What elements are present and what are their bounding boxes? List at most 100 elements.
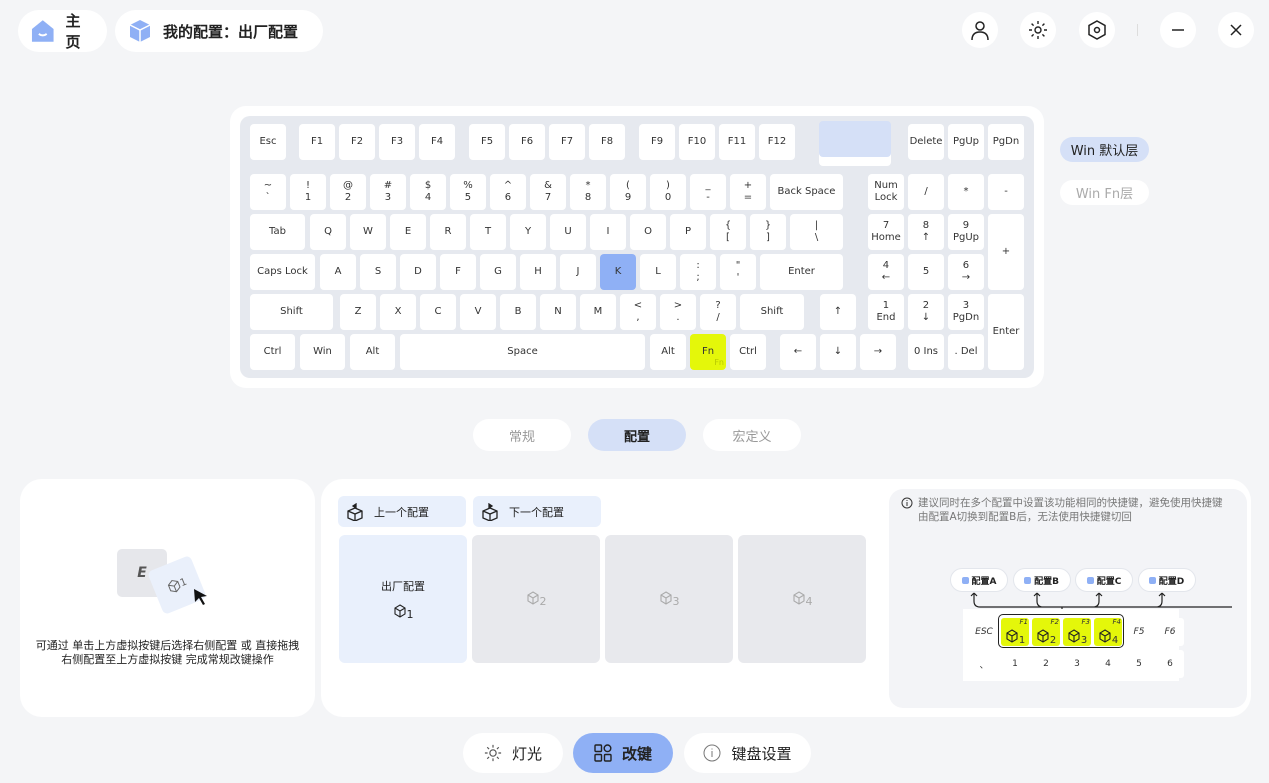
key-b[interactable]: B xyxy=(500,294,536,330)
key-f5[interactable]: F5 xyxy=(469,124,505,160)
key-f[interactable]: F xyxy=(440,254,476,290)
key-9[interactable]: ( 9 xyxy=(610,174,646,210)
key-→[interactable]: 6 → xyxy=(948,254,984,290)
key-caps-lock[interactable]: Caps Lock xyxy=(250,254,315,290)
key-↓[interactable]: ↓ xyxy=(820,334,856,370)
key-+[interactable]: + xyxy=(988,214,1024,290)
key-5[interactable]: % 5 xyxy=(450,174,486,210)
key-t[interactable]: T xyxy=(470,214,506,250)
config-slot-1[interactable]: 出厂配置 1 xyxy=(339,535,467,663)
key-c[interactable]: C xyxy=(420,294,456,330)
key-shift[interactable]: Shift xyxy=(740,294,804,330)
key-n[interactable]: N xyxy=(540,294,576,330)
minimize-button[interactable] xyxy=(1160,12,1196,48)
key-↑[interactable]: 8 ↑ xyxy=(908,214,944,250)
key-end[interactable]: 1 End xyxy=(868,294,904,330)
key-delete[interactable]: Delete xyxy=(908,124,944,160)
key-f11[interactable]: F11 xyxy=(719,124,755,160)
key-4[interactable]: $ 4 xyxy=(410,174,446,210)
layer-win-fn[interactable]: Win Fn层 xyxy=(1060,180,1149,205)
key-pgdn[interactable]: 3 PgDn xyxy=(948,294,984,330)
key-f6[interactable]: F6 xyxy=(509,124,545,160)
tab-config[interactable]: 配置 xyxy=(588,419,686,451)
nav-remap[interactable]: 改键 xyxy=(573,733,673,773)
key-shift[interactable]: Shift xyxy=(250,294,333,330)
nav-lighting[interactable]: 灯光 xyxy=(463,733,563,773)
config-slot-2[interactable]: 2 xyxy=(472,535,600,663)
key-f4[interactable]: F4 xyxy=(419,124,455,160)
key-q[interactable]: Q xyxy=(310,214,346,250)
key-win[interactable]: Win xyxy=(300,334,345,370)
key-h[interactable]: H xyxy=(520,254,556,290)
tab-macro[interactable]: 宏定义 xyxy=(703,419,801,451)
close-button[interactable] xyxy=(1218,12,1254,48)
key-←[interactable]: 4 ← xyxy=(868,254,904,290)
key-enter[interactable]: Enter xyxy=(760,254,843,290)
key-7[interactable]: & 7 xyxy=(530,174,566,210)
config-slot-3[interactable]: 3 xyxy=(605,535,733,663)
key-y[interactable]: Y xyxy=(510,214,546,250)
key-k[interactable]: K xyxy=(600,254,636,290)
key-enter[interactable]: Enter xyxy=(988,294,1024,370)
key-o[interactable]: O xyxy=(630,214,666,250)
key-i[interactable]: I xyxy=(590,214,626,250)
key-p[interactable]: P xyxy=(670,214,706,250)
key-fn[interactable]: Fn Fn xyxy=(690,334,726,370)
key-g[interactable]: G xyxy=(480,254,516,290)
key-[[interactable]: { [ xyxy=(710,214,746,250)
key-=[interactable]: + = xyxy=(730,174,766,210)
key-f3[interactable]: F3 xyxy=(379,124,415,160)
key-,[interactable]: < , xyxy=(620,294,656,330)
key-knob[interactable] xyxy=(819,121,891,157)
key-f10[interactable]: F10 xyxy=(679,124,715,160)
key-lock[interactable]: Num Lock xyxy=(868,174,904,210)
key-`[interactable]: ~ ` xyxy=(250,174,286,210)
key-][interactable]: } ] xyxy=(750,214,786,250)
key-*[interactable]: * xyxy=(948,174,984,210)
key-s[interactable]: S xyxy=(360,254,396,290)
key-↓[interactable]: 2 ↓ xyxy=(908,294,944,330)
key-5[interactable]: 5 xyxy=(908,254,944,290)
key-x[interactable]: X xyxy=(380,294,416,330)
key-→[interactable]: → xyxy=(860,334,896,370)
key-1[interactable]: ! 1 xyxy=(290,174,326,210)
config-slot-4[interactable]: 4 xyxy=(738,535,866,663)
tab-general[interactable]: 常规 xyxy=(473,419,571,451)
key-m[interactable]: M xyxy=(580,294,616,330)
key-pgup[interactable]: PgUp xyxy=(948,124,984,160)
key-'[interactable]: " ' xyxy=(720,254,756,290)
key-.-del[interactable]: . Del xyxy=(948,334,984,370)
key-back-space[interactable]: Back Space xyxy=(770,174,843,210)
key-l[interactable]: L xyxy=(640,254,676,290)
key-ctrl[interactable]: Ctrl xyxy=(730,334,766,370)
key-←[interactable]: ← xyxy=(780,334,816,370)
key-f8[interactable]: F8 xyxy=(589,124,625,160)
key--[interactable]: _ - xyxy=(690,174,726,210)
user-button[interactable] xyxy=(962,12,998,48)
key-e[interactable]: E xyxy=(390,214,426,250)
key-0[interactable]: ) 0 xyxy=(650,174,686,210)
key-0-ins[interactable]: 0 Ins xyxy=(908,334,944,370)
home-button[interactable]: 主页 xyxy=(18,10,107,52)
key-home[interactable]: 7 Home xyxy=(868,214,904,250)
key-u[interactable]: U xyxy=(550,214,586,250)
key-6[interactable]: ^ 6 xyxy=(490,174,526,210)
key-;[interactable]: : ; xyxy=(680,254,716,290)
key-r[interactable]: R xyxy=(430,214,466,250)
key-alt[interactable]: Alt xyxy=(650,334,686,370)
key-f7[interactable]: F7 xyxy=(549,124,585,160)
key-d[interactable]: D xyxy=(400,254,436,290)
key-v[interactable]: V xyxy=(460,294,496,330)
nav-keyboard-settings[interactable]: 键盘设置 xyxy=(684,733,811,773)
key-f1[interactable]: F1 xyxy=(299,124,335,160)
key-f12[interactable]: F12 xyxy=(759,124,795,160)
layer-win-default[interactable]: Win 默认层 xyxy=(1060,137,1149,162)
key-2[interactable]: @ 2 xyxy=(330,174,366,210)
key-pgdn[interactable]: PgDn xyxy=(988,124,1024,160)
key-\[interactable]: | \ xyxy=(790,214,843,250)
brightness-button[interactable] xyxy=(1020,12,1056,48)
key-f9[interactable]: F9 xyxy=(639,124,675,160)
key-z[interactable]: Z xyxy=(340,294,376,330)
key--[interactable]: - xyxy=(988,174,1024,210)
key-f2[interactable]: F2 xyxy=(339,124,375,160)
